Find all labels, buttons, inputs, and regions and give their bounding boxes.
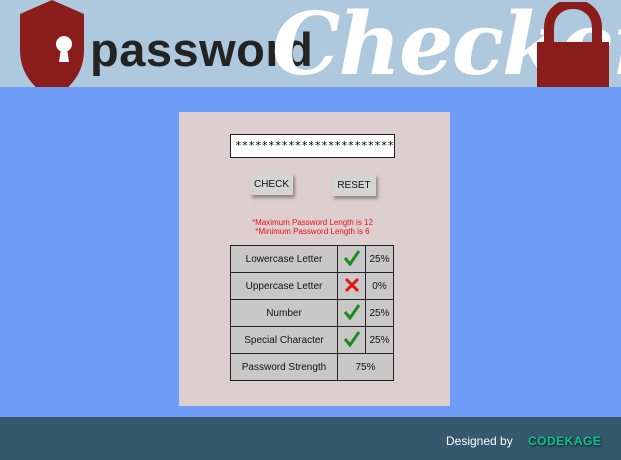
header: password Checker — [0, 0, 621, 87]
row-label: Uppercase Letter — [230, 272, 338, 300]
designed-by-text: Designed by — [446, 434, 513, 448]
brand-link[interactable]: CODEKAGE — [528, 434, 601, 448]
row-label: Special Character — [230, 326, 338, 354]
shield-keyhole-icon — [20, 0, 84, 87]
table-row: Number 25% — [230, 299, 394, 327]
strength-label: Password Strength — [230, 353, 338, 381]
row-percent: 0% — [365, 272, 394, 300]
check-button[interactable]: CHECK — [250, 173, 293, 195]
row-label: Number — [230, 299, 338, 327]
table-row: Special Character 25% — [230, 326, 394, 354]
table-row: Lowercase Letter 25% — [230, 245, 394, 273]
cross-icon — [337, 272, 366, 300]
table-row: Password Strength 75% — [230, 353, 394, 381]
row-percent: 25% — [365, 326, 394, 354]
max-length-note: *Maximum Password Length is 12 — [252, 218, 373, 227]
results-table: Lowercase Letter 25% Uppercase Letter 0%… — [230, 245, 394, 381]
table-row: Uppercase Letter 0% — [230, 272, 394, 300]
check-icon — [337, 299, 366, 327]
min-length-note: *Minimum Password Length is 6 — [255, 227, 370, 236]
padlock-icon — [537, 2, 609, 87]
row-percent: 25% — [365, 245, 394, 273]
check-icon — [337, 245, 366, 273]
row-label: Lowercase Letter — [230, 245, 338, 273]
check-icon — [337, 326, 366, 354]
strength-value: 75% — [337, 353, 394, 381]
row-percent: 25% — [365, 299, 394, 327]
reset-button[interactable]: RESET — [332, 174, 376, 196]
password-input[interactable]: ************************ — [230, 134, 395, 158]
